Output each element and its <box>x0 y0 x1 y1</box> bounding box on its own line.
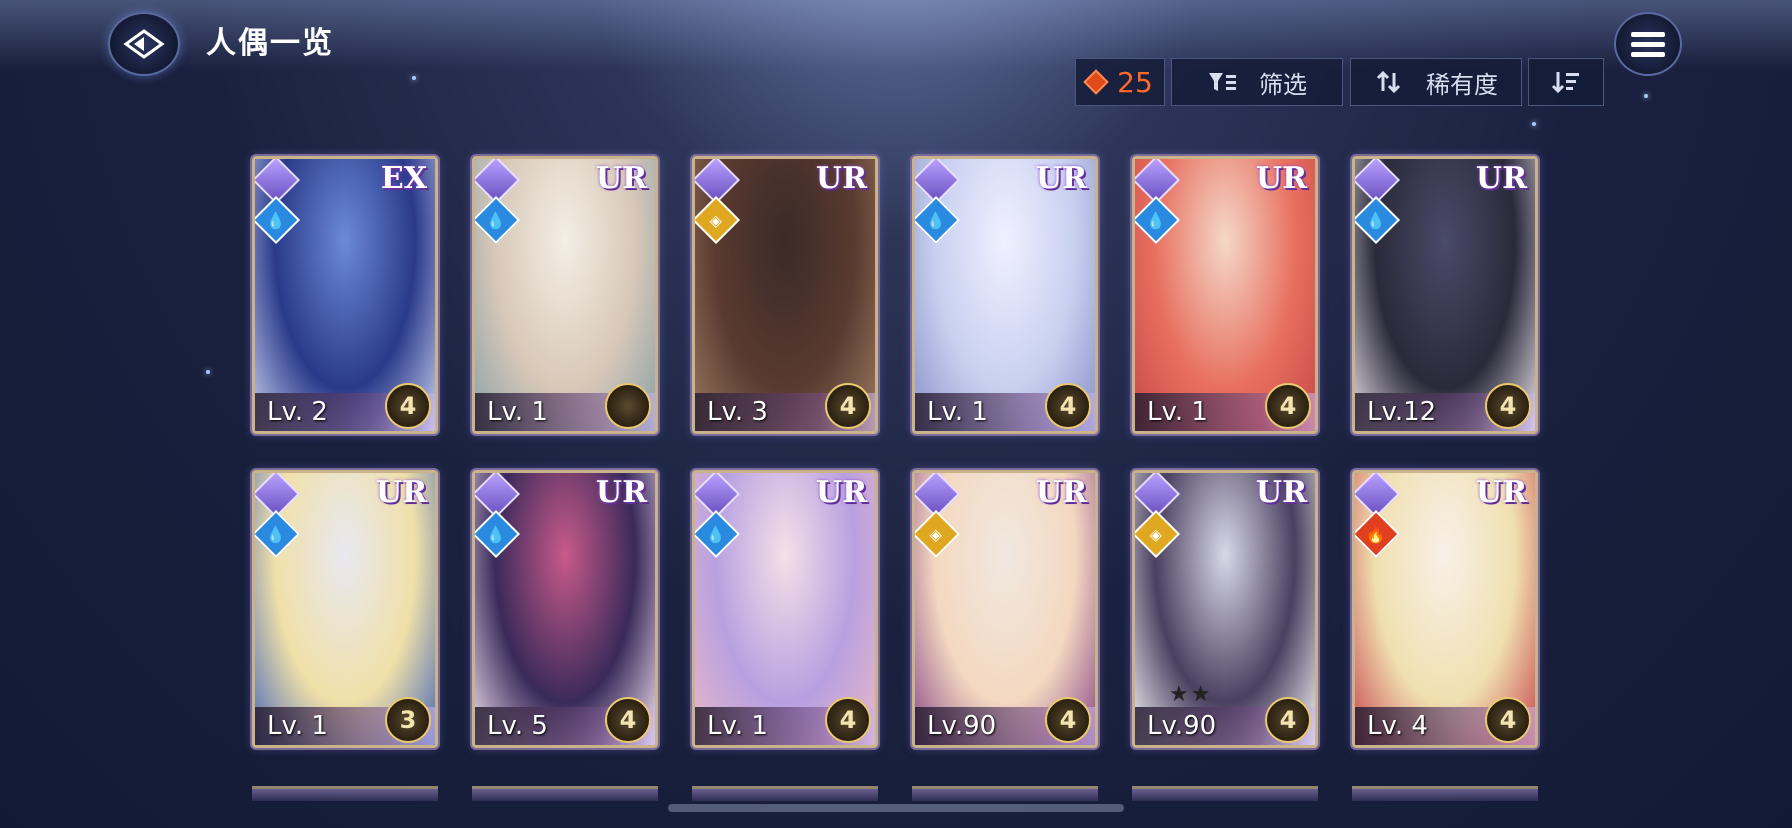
level-label: Lv.90 <box>1147 711 1217 741</box>
doll-card[interactable]: 💧 UR Lv.12 4 <box>1352 156 1538 434</box>
rarity-badge: UR <box>815 475 867 510</box>
menu-button[interactable] <box>1614 12 1682 76</box>
sparkle <box>412 76 416 80</box>
card-partial[interactable] <box>912 786 1098 801</box>
rarity-badge: UR <box>1255 475 1307 510</box>
card-partial[interactable] <box>1132 786 1318 801</box>
rarity-badge: UR <box>595 161 647 196</box>
level-label: Lv.90 <box>927 711 997 741</box>
rarity-badge: UR <box>595 475 647 510</box>
doll-card[interactable]: 💧 UR Lv. 14 <box>692 470 878 748</box>
sort-label: 稀有度 <box>1426 70 1498 99</box>
doll-card[interactable]: 💧 EX Lv. 24 <box>252 156 438 434</box>
level-label: Lv. 1 <box>927 397 988 427</box>
rarity-badge: UR <box>1475 161 1527 196</box>
sparkle <box>1644 94 1648 98</box>
star-rank-badge: 4 <box>605 697 651 743</box>
rarity-badge: UR <box>815 161 867 196</box>
scroll-indicator[interactable] <box>668 804 1124 812</box>
doll-card[interactable]: ◈ UR ★★ Lv.90 4 <box>1132 470 1318 748</box>
filter-button[interactable]: 筛选 <box>1171 58 1343 106</box>
level-label: Lv. 3 <box>707 397 768 427</box>
back-arrow-icon <box>123 29 165 59</box>
doll-count: 25 <box>1075 58 1165 106</box>
doll-count-value: 25 <box>1117 65 1153 99</box>
star-rank-badge: 4 <box>825 697 871 743</box>
star-rank-badge: 4 <box>1265 697 1311 743</box>
doll-card[interactable]: ◈ UR Lv.90 4 <box>912 470 1098 748</box>
sort-button[interactable]: 稀有度 <box>1350 58 1522 106</box>
filter-icon <box>1209 73 1236 91</box>
level-label: Lv. 1 <box>487 397 548 427</box>
star-rank-badge: 4 <box>1045 697 1091 743</box>
star-rank-badge: 4 <box>1265 383 1311 429</box>
rarity-badge: UR <box>1035 475 1087 510</box>
card-partial[interactable] <box>692 786 878 801</box>
descending-order-icon <box>1551 72 1579 94</box>
star-rank-badge: 4 <box>1485 697 1531 743</box>
rarity-badge: UR <box>1255 161 1307 196</box>
doll-card[interactable]: 🔥 UR Lv. 44 <box>1352 470 1538 748</box>
level-label: Lv. 1 <box>267 711 328 741</box>
star-rank-badge: 4 <box>1485 383 1531 429</box>
doll-card[interactable]: 💧 UR Lv. 1 <box>472 156 658 434</box>
level-label: Lv. 5 <box>487 711 548 741</box>
filter-label: 筛选 <box>1259 70 1307 99</box>
doll-card[interactable]: ◈ UR Lv. 34 <box>692 156 878 434</box>
menu-icon <box>1631 27 1665 62</box>
card-partial[interactable] <box>1352 786 1538 801</box>
doll-card[interactable]: 💧 UR Lv. 13 <box>252 470 438 748</box>
page-title: 人偶一览 <box>206 26 334 61</box>
doll-card[interactable]: 💧 UR Lv. 14 <box>1132 156 1318 434</box>
star-rank-badge: 4 <box>1045 383 1091 429</box>
rarity-badge: UR <box>1475 475 1527 510</box>
level-label: Lv.12 <box>1367 397 1437 427</box>
sort-icon <box>1376 70 1401 94</box>
doll-card[interactable]: 💧 UR Lv. 54 <box>472 470 658 748</box>
diamond-icon <box>1083 69 1109 95</box>
sparkle <box>206 370 210 374</box>
star-rank-badge <box>605 383 651 429</box>
rarity-badge: UR <box>375 475 427 510</box>
doll-card[interactable]: 💧 UR Lv. 14 <box>912 156 1098 434</box>
back-button[interactable] <box>108 12 180 76</box>
rarity-badge: UR <box>1035 161 1087 196</box>
sparkle <box>1532 122 1536 126</box>
star-rank-badge: 4 <box>825 383 871 429</box>
card-partial[interactable] <box>472 786 658 801</box>
level-label: Lv. 2 <box>267 397 328 427</box>
star-rank-badge: 4 <box>385 383 431 429</box>
order-toggle-button[interactable] <box>1528 58 1604 106</box>
level-label: Lv. 1 <box>1147 397 1208 427</box>
level-label: Lv. 4 <box>1367 711 1428 741</box>
level-label: Lv. 1 <box>707 711 768 741</box>
rarity-badge: EX <box>380 161 427 196</box>
card-partial[interactable] <box>252 786 438 801</box>
awaken-stars: ★★ <box>1169 682 1213 707</box>
star-rank-badge: 3 <box>385 697 431 743</box>
